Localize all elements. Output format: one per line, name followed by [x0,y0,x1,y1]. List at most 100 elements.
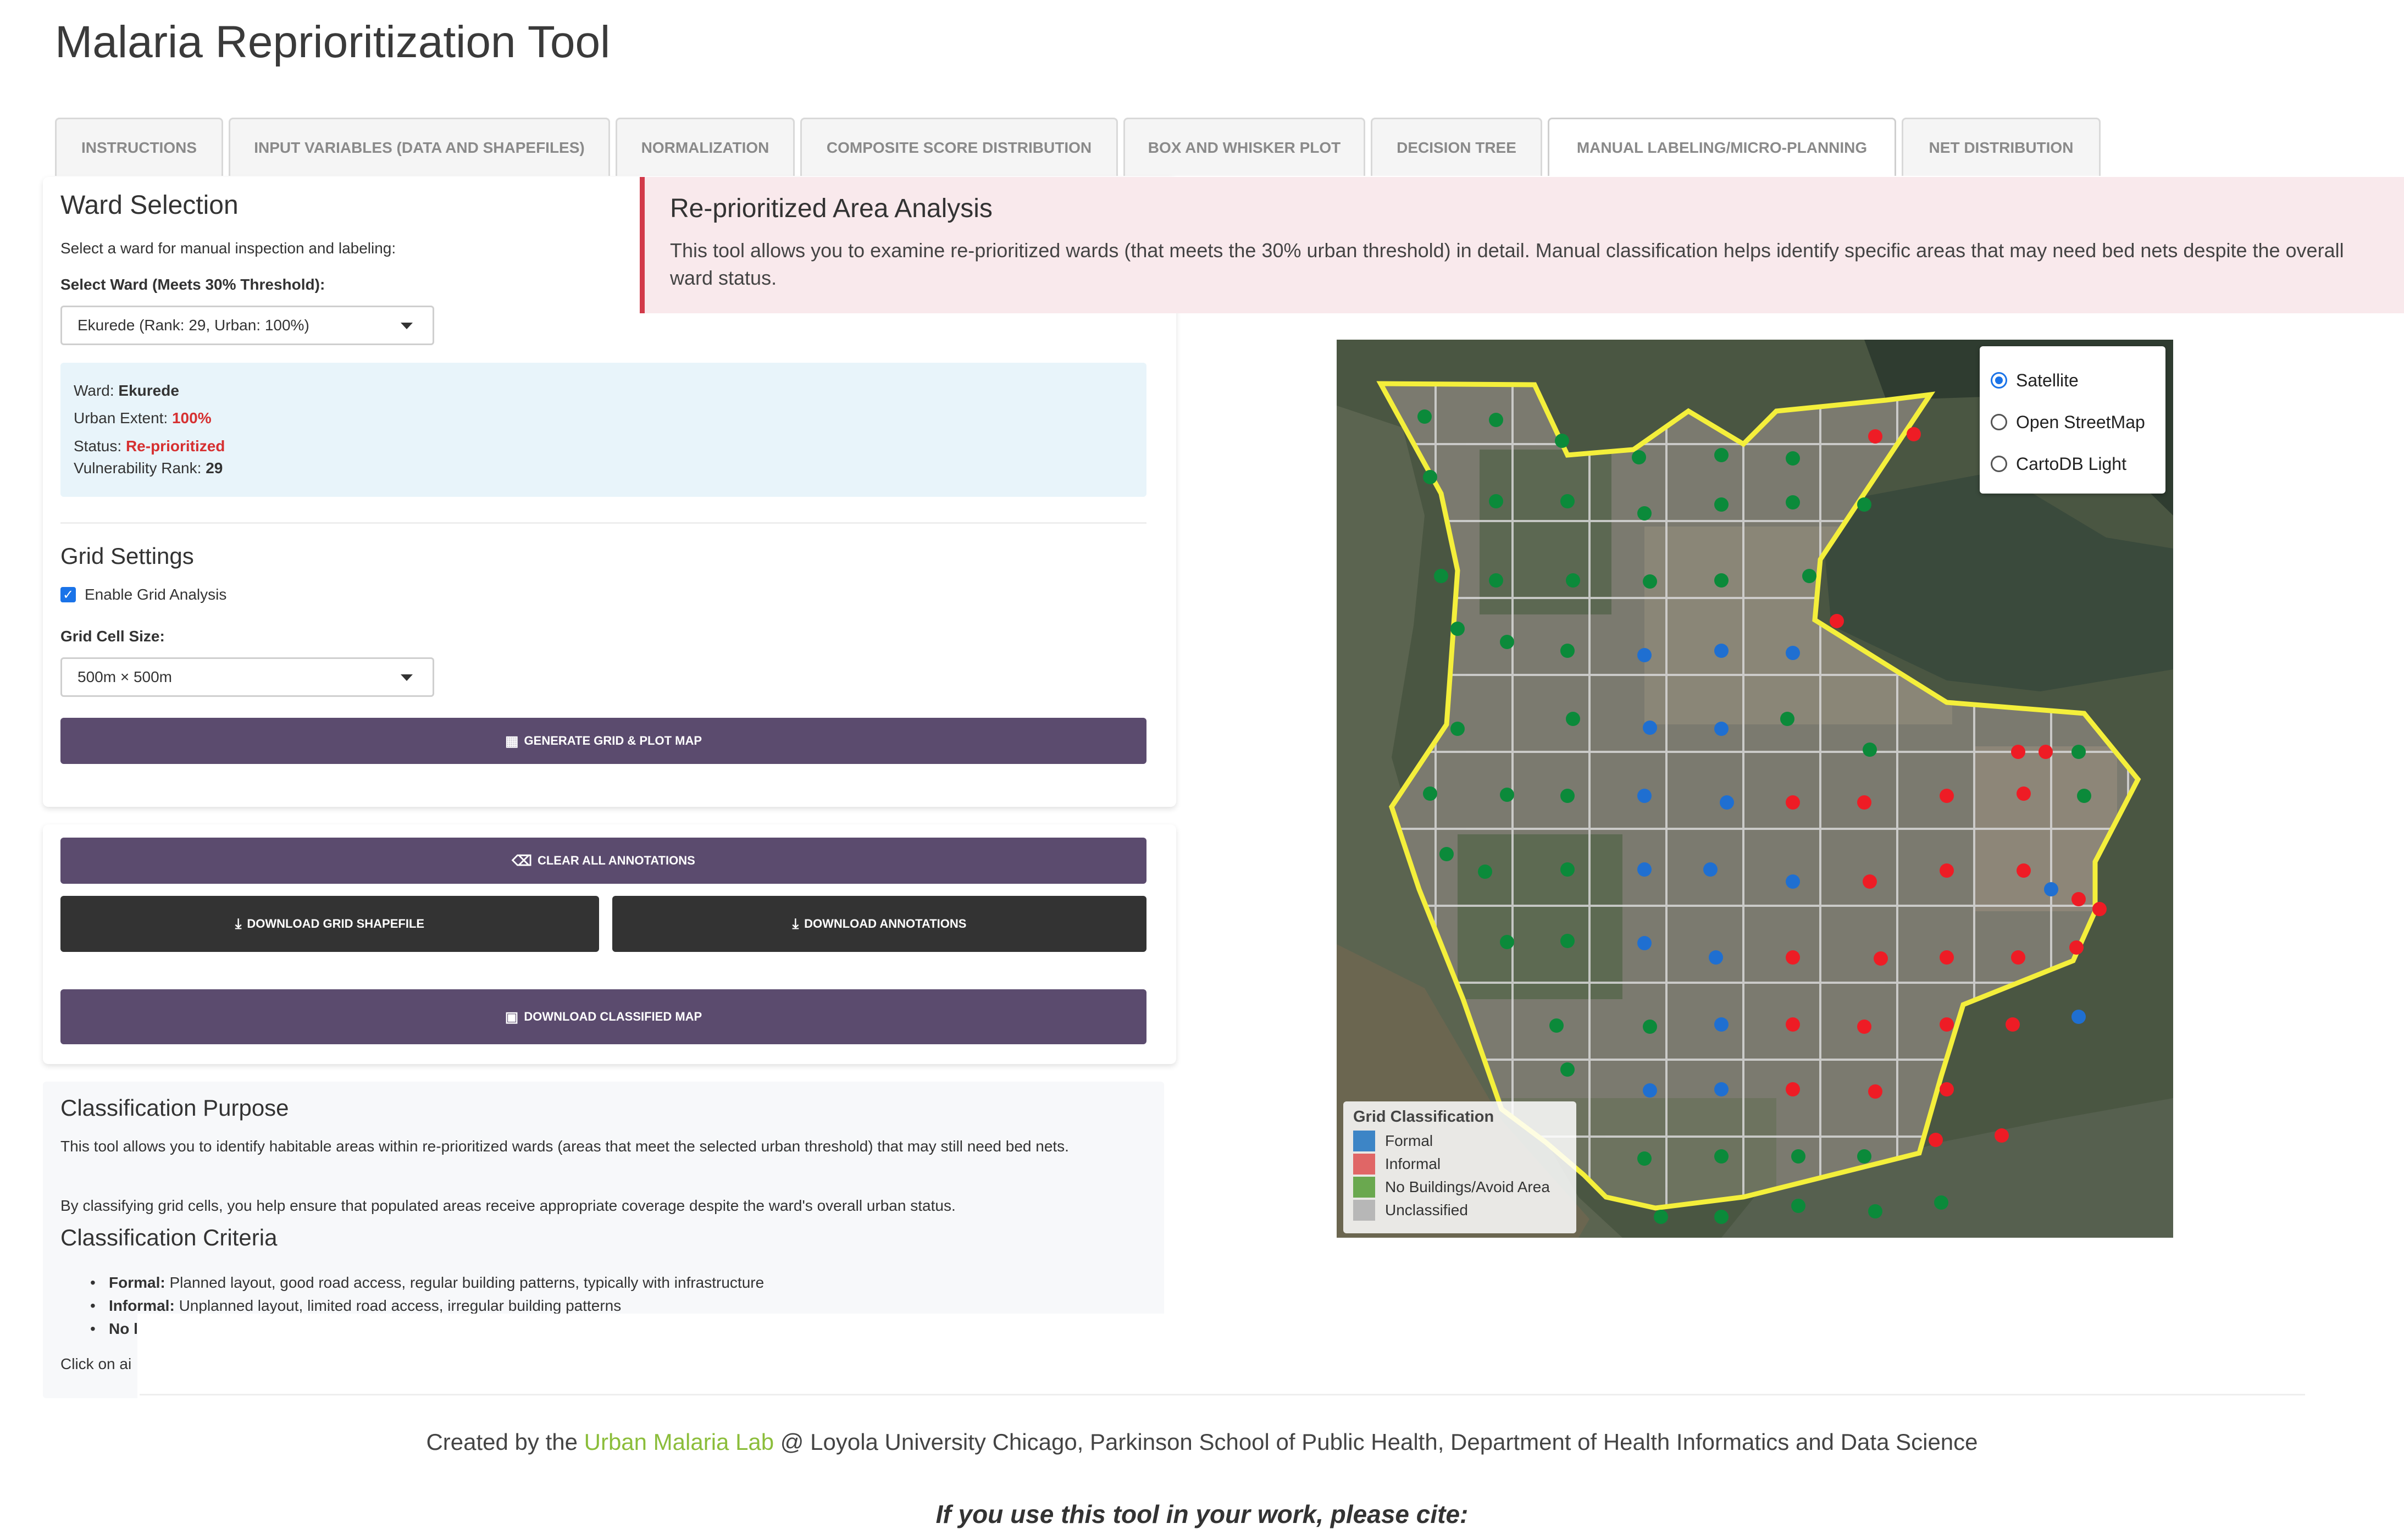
no-buildings-marker[interactable] [1560,934,1575,948]
no-buildings-marker[interactable] [1500,635,1514,649]
no-buildings-marker[interactable] [1560,644,1575,658]
no-buildings-marker[interactable] [1934,1195,1948,1210]
informal-marker[interactable] [1874,951,1888,966]
informal-marker[interactable] [1868,429,1882,444]
informal-marker[interactable] [1868,1084,1882,1099]
layer-control[interactable]: Satellite Open StreetMap CartoDB Light [1980,346,2165,494]
layer-option-osm[interactable]: Open StreetMap [1991,401,2154,443]
no-buildings-marker[interactable] [1423,470,1437,484]
formal-marker[interactable] [1714,722,1729,736]
no-buildings-marker[interactable] [1714,448,1729,462]
no-buildings-marker[interactable] [1489,413,1503,427]
no-buildings-marker[interactable] [1500,788,1514,802]
formal-marker[interactable] [1714,1017,1729,1032]
formal-marker[interactable] [2044,882,2058,896]
no-buildings-marker[interactable] [1637,1151,1652,1166]
informal-marker[interactable] [1940,863,1954,878]
informal-marker[interactable] [2071,892,2086,906]
tab-input-variables[interactable]: Input Variables (Data and Shapefiles) [229,118,610,176]
no-buildings-marker[interactable] [1566,573,1580,588]
formal-marker[interactable] [1643,721,1657,735]
tab-composite-score[interactable]: Composite Score Distribution [800,118,1118,176]
download-grid-shapefile-button[interactable]: ⤓ Download Grid Shapefile [60,896,599,952]
no-buildings-marker[interactable] [1450,722,1465,736]
classification-map[interactable]: Satellite Open StreetMap CartoDB Light G… [1337,340,2173,1238]
no-buildings-marker[interactable] [1802,569,1816,583]
informal-marker[interactable] [1940,789,1954,803]
informal-marker[interactable] [1857,1020,1871,1034]
no-buildings-marker[interactable] [1637,506,1652,520]
informal-marker[interactable] [1907,427,1921,441]
download-classified-map-button[interactable]: ▣ Download Classified Map [60,989,1146,1044]
informal-marker[interactable] [1929,1133,1943,1147]
informal-marker[interactable] [2092,902,2107,916]
satellite-radio[interactable] [1991,372,2007,389]
no-buildings-marker[interactable] [1560,789,1575,803]
osm-radio[interactable] [1991,414,2007,430]
informal-marker[interactable] [1940,1017,1954,1032]
no-buildings-marker[interactable] [2071,745,2086,759]
informal-marker[interactable] [1786,950,1800,965]
no-buildings-marker[interactable] [1791,1199,1805,1213]
informal-marker[interactable] [1830,614,1844,628]
informal-marker[interactable] [2039,745,2053,759]
formal-marker[interactable] [1637,648,1652,662]
no-buildings-marker[interactable] [1555,434,1569,448]
no-buildings-marker[interactable] [1423,786,1437,801]
clear-annotations-button[interactable]: ⌫ Clear All Annotations [60,838,1146,884]
informal-marker[interactable] [1786,1082,1800,1096]
no-buildings-marker[interactable] [1786,451,1800,466]
ward-select[interactable]: Ekurede (Rank: 29, Urban: 100%) [60,306,434,345]
informal-marker[interactable] [2011,745,2025,759]
generate-grid-button[interactable]: ▦ Generate Grid & Plot Map [60,718,1146,764]
tab-net-distribution[interactable]: Net Distribution [1902,118,2101,176]
tab-manual-labeling[interactable]: Manual Labeling/Micro-Planning [1548,118,1896,176]
no-buildings-marker[interactable] [1857,497,1871,512]
urban-malaria-lab-link[interactable]: Urban Malaria Lab [584,1429,774,1455]
no-buildings-marker[interactable] [1560,494,1575,508]
informal-marker[interactable] [2017,863,2031,878]
informal-marker[interactable] [1940,1082,1954,1096]
no-buildings-marker[interactable] [1489,494,1503,508]
formal-marker[interactable] [1786,646,1800,660]
informal-marker[interactable] [1786,795,1800,810]
informal-marker[interactable] [1863,874,1877,889]
tab-instructions[interactable]: Instructions [55,118,223,176]
formal-marker[interactable] [1637,936,1652,950]
formal-marker[interactable] [1637,862,1652,877]
tab-box-whisker[interactable]: Box and Whisker Plot [1123,118,1365,176]
no-buildings-marker[interactable] [1643,1020,1657,1034]
informal-marker[interactable] [1940,950,1954,965]
informal-marker[interactable] [2017,786,2031,801]
formal-marker[interactable] [1720,795,1734,810]
tab-decision-tree[interactable]: Decision Tree [1371,118,1542,176]
no-buildings-marker[interactable] [2077,789,2091,803]
formal-marker[interactable] [2071,1010,2086,1024]
no-buildings-marker[interactable] [1643,574,1657,589]
formal-marker[interactable] [1714,644,1729,658]
formal-marker[interactable] [1714,1082,1729,1096]
no-buildings-marker[interactable] [1714,497,1729,512]
no-buildings-marker[interactable] [1654,1210,1668,1224]
no-buildings-marker[interactable] [1632,450,1646,464]
no-buildings-marker[interactable] [1478,865,1492,879]
no-buildings-marker[interactable] [1439,847,1454,861]
no-buildings-marker[interactable] [1863,743,1877,757]
no-buildings-marker[interactable] [1791,1149,1805,1164]
no-buildings-marker[interactable] [1560,1062,1575,1077]
formal-marker[interactable] [1709,950,1723,965]
cartodb-radio[interactable] [1991,456,2007,472]
grid-cell-size-select[interactable]: 500m × 500m [60,657,434,697]
informal-marker[interactable] [2069,940,2084,955]
formal-marker[interactable] [1637,789,1652,803]
no-buildings-marker[interactable] [1434,569,1448,583]
no-buildings-marker[interactable] [1714,1210,1729,1224]
informal-marker[interactable] [1857,795,1871,810]
informal-marker[interactable] [2011,950,2025,965]
no-buildings-marker[interactable] [1560,862,1575,877]
download-annotations-button[interactable]: ⤓ Download Annotations [612,896,1146,952]
layer-option-satellite[interactable]: Satellite [1991,359,2154,401]
no-buildings-marker[interactable] [1714,1149,1729,1164]
informal-marker[interactable] [1995,1128,2009,1143]
formal-marker[interactable] [1703,862,1718,877]
